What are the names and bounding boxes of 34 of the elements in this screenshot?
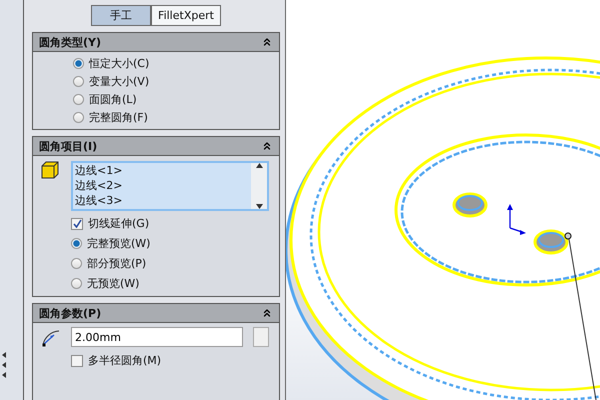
edge-list-item[interactable]: 边线<3> bbox=[75, 193, 251, 208]
radius-field[interactable]: 2.00mm bbox=[71, 327, 243, 347]
checkbox[interactable] bbox=[71, 218, 83, 230]
section-title: 圆角参数(P) bbox=[39, 306, 102, 320]
collapse-icon[interactable] bbox=[261, 36, 273, 48]
collapse-icon[interactable] bbox=[261, 140, 273, 152]
cube-icon bbox=[41, 161, 59, 179]
checkbox-label: 切线延伸(G) bbox=[88, 216, 150, 231]
section-title: 圆角项目(I) bbox=[39, 138, 98, 154]
mode-tab[interactable]: FilletXpert bbox=[151, 5, 221, 26]
radio-label: 变量大小(V) bbox=[89, 74, 150, 89]
radio-label: 无预览(W) bbox=[87, 276, 140, 291]
radio-label: 部分预览(P) bbox=[87, 256, 146, 271]
radio-label: 完整预览(W) bbox=[87, 236, 150, 251]
radio-label: 完整圆角(F) bbox=[89, 110, 148, 125]
radio-label: 面圆角(L) bbox=[89, 92, 137, 107]
collapse-icon[interactable] bbox=[261, 307, 273, 319]
scroll-down-icon[interactable] bbox=[256, 204, 262, 209]
radio-button[interactable] bbox=[71, 238, 82, 249]
radio-button[interactable] bbox=[73, 112, 84, 123]
section-title: 圆角类型(Y) bbox=[39, 34, 102, 50]
scroll-up-icon[interactable] bbox=[256, 163, 262, 168]
edge-list-item[interactable]: 边线<1> bbox=[75, 163, 251, 178]
edge-list-item[interactable]: 边线<2> bbox=[75, 178, 251, 193]
radio-button[interactable] bbox=[73, 76, 84, 87]
radio-button[interactable] bbox=[73, 94, 84, 105]
checkbox-label: 多半径圆角(M) bbox=[88, 353, 162, 368]
checkbox[interactable] bbox=[71, 354, 83, 366]
radio-button[interactable] bbox=[73, 58, 84, 69]
radio-label: 恒定大小(C) bbox=[89, 56, 150, 71]
radio-button[interactable] bbox=[71, 278, 82, 289]
mode-tab[interactable]: 手工 bbox=[91, 5, 152, 26]
radio-button[interactable] bbox=[71, 258, 82, 269]
collapse-arrows-icon[interactable] bbox=[0, 350, 8, 380]
